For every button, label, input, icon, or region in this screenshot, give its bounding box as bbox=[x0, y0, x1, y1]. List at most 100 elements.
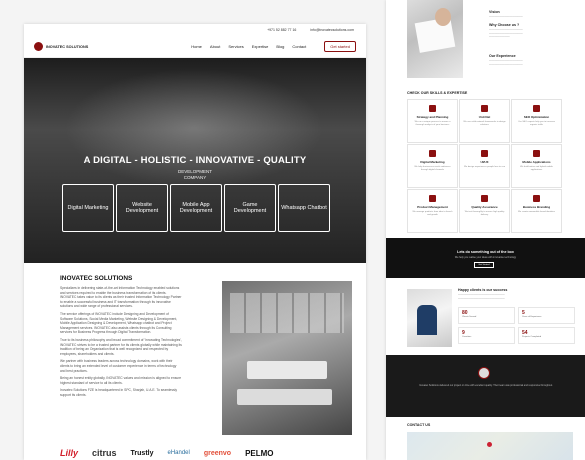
service-card-website-development[interactable]: Website Development bbox=[116, 184, 168, 232]
stat-box: 5 Years of Experience bbox=[518, 307, 575, 324]
skill-desc: Our SEO experts help you to increase org… bbox=[518, 121, 555, 126]
stat-label: Projects Completed bbox=[522, 336, 542, 338]
testimonial-text: Inovatec Solutions delivered our project… bbox=[419, 384, 553, 387]
location-map[interactable] bbox=[407, 432, 573, 460]
about-paragraph: The service offerings of INOVATEC includ… bbox=[60, 311, 178, 335]
main-navbar: INOVATEC SOLUTIONS Home About Services E… bbox=[24, 36, 366, 58]
quality-icon bbox=[481, 195, 488, 202]
homepage-preview: +971 52 882 77 16 info@inovatecsolutions… bbox=[24, 24, 366, 460]
skill-desc: We test thoroughly to ensure high qualit… bbox=[464, 211, 505, 216]
client-logo-trustly: Trustly bbox=[130, 449, 154, 457]
cta-band: Lets do something out of the box We help… bbox=[386, 238, 585, 278]
vision-heading: Vision bbox=[489, 10, 500, 14]
nav-item-expertise[interactable]: Expertise bbox=[252, 44, 269, 49]
client-logo-lilly: Lilly bbox=[60, 448, 79, 458]
network-icon bbox=[481, 105, 488, 112]
stat-label: Countries bbox=[462, 336, 472, 338]
office-table bbox=[237, 389, 332, 405]
skills-title: CHECK OUR SKILLS & EXPERTISE bbox=[407, 91, 468, 95]
service-card-whatsapp-chatbot[interactable]: Whatsapp Chatbot bbox=[278, 184, 330, 232]
skill-name: Digital Marketing bbox=[420, 160, 445, 164]
hero-subtitle: DEVELOPMENT COMPANY bbox=[24, 169, 366, 180]
cta-band-subtitle: We help you realise your ideas with inno… bbox=[454, 256, 517, 259]
skill-card[interactable]: Business Branding We create memorable bra… bbox=[511, 189, 562, 233]
happy-clients-text-placeholder: —————————————————— —————————————————— bbox=[458, 293, 505, 300]
skill-card[interactable]: Unit Net We use solid network frameworks … bbox=[459, 99, 510, 143]
stat-label: Years of Experience bbox=[522, 316, 542, 318]
cta-band-title: Lets do something out of the box bbox=[457, 250, 514, 254]
branding-icon bbox=[533, 195, 540, 202]
skill-card[interactable]: Mobile Applications We build native and h… bbox=[511, 144, 562, 188]
skill-name: Unit Net bbox=[478, 115, 491, 119]
skill-card[interactable]: Product Management We manage products fro… bbox=[407, 189, 458, 233]
photo-hand bbox=[435, 8, 451, 26]
skill-name: Business Branding bbox=[522, 205, 551, 209]
marketing-icon bbox=[429, 150, 436, 157]
hero-title: A DIGITAL - HOLISTIC - INNOVATIVE - QUAL… bbox=[83, 155, 307, 166]
office-table bbox=[247, 361, 327, 379]
nav-item-services[interactable]: Services bbox=[228, 44, 243, 49]
happy-clients-photo bbox=[407, 289, 452, 347]
service-cards: Digital Marketing Website Development Mo… bbox=[62, 184, 330, 232]
about-paragraph: Inovatec Solutions FZE is headquartered … bbox=[60, 388, 178, 397]
nav-item-about[interactable]: About bbox=[210, 44, 220, 49]
client-logos: Lilly citrus Trustly eHandel greenvo PEL… bbox=[60, 448, 274, 458]
nav-item-blog[interactable]: Blog bbox=[276, 44, 284, 49]
email-text[interactable]: info@inovatecsolutions.com bbox=[310, 28, 354, 32]
stat-box: 80 Clients Served bbox=[458, 307, 515, 324]
about-paragraph: True to its business philosophy and broa… bbox=[60, 337, 182, 356]
skill-name: SEO Optimization bbox=[523, 115, 550, 119]
skill-desc: We run a unique process to ensure a thor… bbox=[414, 121, 451, 126]
skills-grid: Strategy and Planning We run a unique pro… bbox=[407, 99, 562, 233]
phone-text[interactable]: +971 52 882 77 16 bbox=[267, 28, 296, 32]
skill-card[interactable]: Quality Assurance We test thoroughly to e… bbox=[459, 189, 510, 233]
client-logo-pelmo: PELMO bbox=[245, 448, 274, 458]
cta-band-button[interactable]: Get Started bbox=[474, 262, 494, 268]
about-paragraph: Specializes in delivering state-of-the-a… bbox=[60, 286, 182, 309]
photo-person bbox=[417, 305, 437, 335]
strategy-icon bbox=[429, 105, 436, 112]
hero-section: A DIGITAL - HOLISTIC - INNOVATIVE - QUAL… bbox=[24, 58, 366, 263]
service-card-digital-marketing[interactable]: Digital Marketing bbox=[62, 184, 114, 232]
product-icon bbox=[429, 195, 436, 202]
service-card-game-development[interactable]: Game Development bbox=[224, 184, 276, 232]
about-paragraph: We partner with business leaders across … bbox=[60, 359, 177, 373]
skill-name: UI/UX bbox=[480, 160, 489, 164]
stats-grid: 80 Clients Served 5 Years of Experience 9C… bbox=[458, 307, 575, 344]
skill-desc: We help businesses reach audiences throu… bbox=[414, 166, 451, 171]
about-paragraph: Being an honest entity globally, INOVATE… bbox=[60, 376, 182, 385]
skill-card[interactable]: UI/UX We design experiences people love t… bbox=[459, 144, 510, 188]
top-contact-bar: +971 52 882 77 16 info@inovatecsolutions… bbox=[24, 24, 366, 36]
avatar bbox=[478, 367, 490, 379]
seo-icon bbox=[533, 105, 540, 112]
stat-label: Clients Served bbox=[462, 316, 477, 318]
nav-item-home[interactable]: Home bbox=[191, 44, 202, 49]
hero-subtitle-line2: COMPANY bbox=[183, 174, 207, 180]
service-card-mobile-app[interactable]: Mobile App Development bbox=[170, 184, 222, 232]
stat-box: 9 Countries bbox=[458, 327, 515, 344]
office-photo bbox=[222, 281, 352, 435]
skill-card[interactable]: SEO Optimization Our SEO experts help you… bbox=[511, 99, 562, 143]
contact-heading: CONTACT US bbox=[407, 423, 431, 427]
skill-desc: We design experiences people love to use bbox=[463, 166, 506, 168]
vision-text-placeholder: ————————————— bbox=[489, 15, 523, 18]
stat-box: 54 Projects Completed bbox=[518, 327, 575, 344]
logo[interactable]: INOVATEC SOLUTIONS bbox=[34, 42, 114, 51]
skill-name: Mobile Applications bbox=[522, 160, 551, 164]
skill-card[interactable]: Strategy and Planning We run a unique pro… bbox=[407, 99, 458, 143]
skill-desc: We build native and hybrid mobile applic… bbox=[520, 166, 553, 171]
nav-item-contact[interactable]: Contact bbox=[292, 44, 306, 49]
get-started-button[interactable]: Get started bbox=[324, 41, 356, 52]
skill-card[interactable]: Digital Marketing We help businesses reac… bbox=[407, 144, 458, 188]
client-logo-citrus: citrus bbox=[92, 448, 117, 458]
mobile-icon bbox=[533, 150, 540, 157]
why-choose-heading: Why Choose us ? bbox=[489, 23, 520, 27]
skill-desc: We manage products from idea to launch a… bbox=[412, 211, 453, 216]
why-choose-text-placeholder: ————————————— ————————————— ———————— bbox=[489, 28, 523, 39]
skill-desc: We create memorable brand identities bbox=[518, 211, 555, 213]
skill-name: Product Management bbox=[417, 205, 448, 209]
happy-clients-title: Happy clients is our success bbox=[458, 288, 508, 292]
experience-heading: Our Experience bbox=[489, 54, 516, 58]
client-logo-ehandel: eHandel bbox=[167, 450, 190, 456]
logo-text: INOVATEC SOLUTIONS bbox=[46, 44, 89, 49]
